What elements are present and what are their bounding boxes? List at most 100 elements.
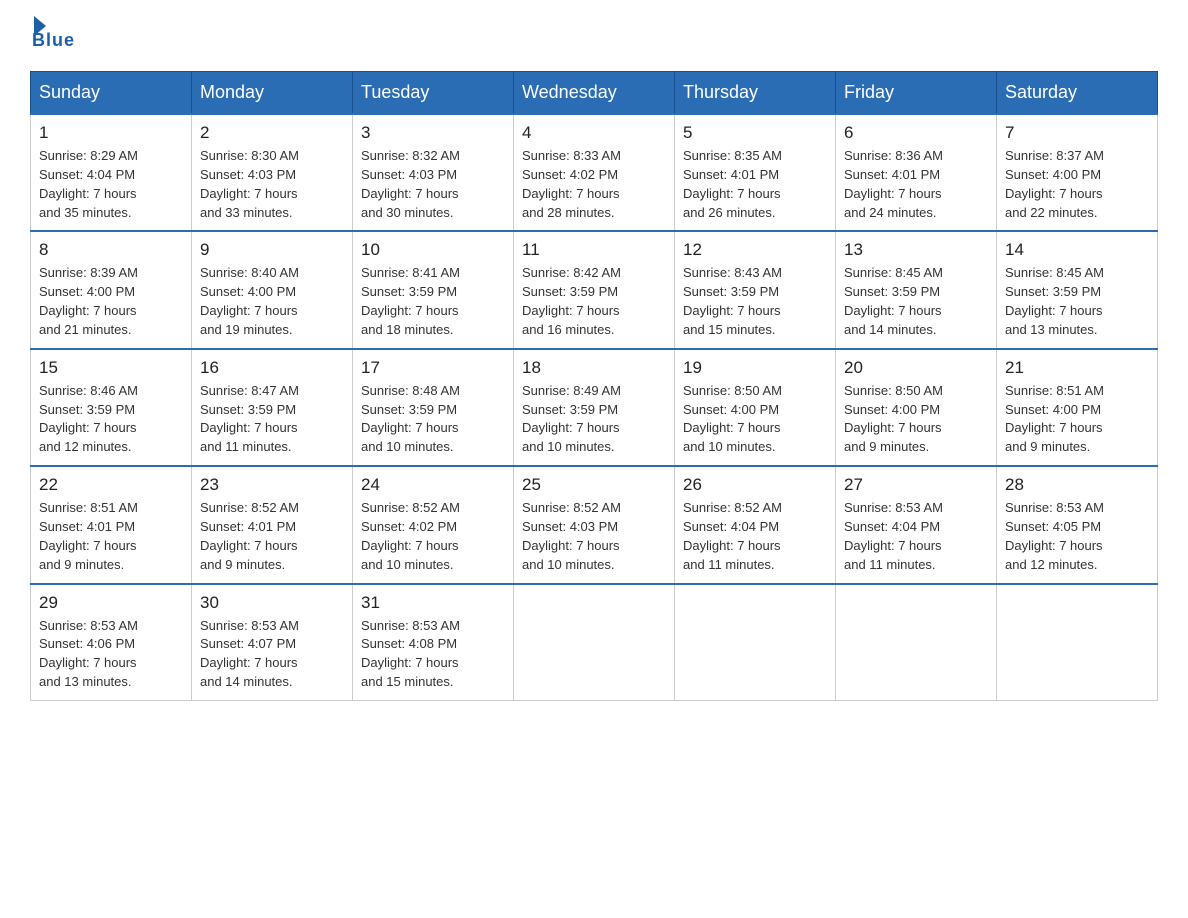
day-20: 20 Sunrise: 8:50 AM Sunset: 4:00 PM Dayli…: [836, 349, 997, 466]
day-number-30: 30: [200, 593, 344, 613]
day-info-29: Sunrise: 8:53 AM Sunset: 4:06 PM Dayligh…: [39, 617, 183, 692]
day-number-4: 4: [522, 123, 666, 143]
day-info-18: Sunrise: 8:49 AM Sunset: 3:59 PM Dayligh…: [522, 382, 666, 457]
day-number-2: 2: [200, 123, 344, 143]
day-number-20: 20: [844, 358, 988, 378]
logo: Blue: [30, 20, 75, 51]
day-info-20: Sunrise: 8:50 AM Sunset: 4:00 PM Dayligh…: [844, 382, 988, 457]
page-header: Blue: [30, 20, 1158, 51]
day-info-10: Sunrise: 8:41 AM Sunset: 3:59 PM Dayligh…: [361, 264, 505, 339]
day-info-7: Sunrise: 8:37 AM Sunset: 4:00 PM Dayligh…: [1005, 147, 1149, 222]
day-13: 13Sunrise: 8:45 AM Sunset: 3:59 PM Dayli…: [836, 231, 997, 348]
day-14: 14 Sunrise: 8:45 AM Sunset: 3:59 PM Dayli…: [997, 231, 1158, 348]
header-row: SundayMondayTuesdayWednesdayThursdayFrid…: [31, 72, 1158, 115]
day-number-26: 26: [683, 475, 827, 495]
day-1: 1 Sunrise: 8:29 AM Sunset: 4:04 PM Daylig…: [31, 114, 192, 231]
day-number-12: 12: [683, 240, 827, 260]
day-19: 19 Sunrise: 8:50 AM Sunset: 4:00 PM Dayli…: [675, 349, 836, 466]
day-6: 6Sunrise: 8:36 AM Sunset: 4:01 PM Daylig…: [836, 114, 997, 231]
header-monday: Monday: [192, 72, 353, 115]
day-29: 29 Sunrise: 8:53 AM Sunset: 4:06 PM Dayli…: [31, 584, 192, 701]
day-number-17: 17: [361, 358, 505, 378]
day-31: 31Sunrise: 8:53 AM Sunset: 4:08 PM Dayli…: [353, 584, 514, 701]
day-info-27: Sunrise: 8:53 AM Sunset: 4:04 PM Dayligh…: [844, 499, 988, 574]
day-info-11: Sunrise: 8:42 AM Sunset: 3:59 PM Dayligh…: [522, 264, 666, 339]
day-number-22: 22: [39, 475, 183, 495]
calendar-table: SundayMondayTuesdayWednesdayThursdayFrid…: [30, 71, 1158, 701]
header-friday: Friday: [836, 72, 997, 115]
header-thursday: Thursday: [675, 72, 836, 115]
day-number-16: 16: [200, 358, 344, 378]
day-8: 8 Sunrise: 8:39 AM Sunset: 4:00 PM Daylig…: [31, 231, 192, 348]
day-2: 2 Sunrise: 8:30 AM Sunset: 4:03 PM Daylig…: [192, 114, 353, 231]
day-number-25: 25: [522, 475, 666, 495]
day-4: 4 Sunrise: 8:33 AM Sunset: 4:02 PM Daylig…: [514, 114, 675, 231]
day-info-17: Sunrise: 8:48 AM Sunset: 3:59 PM Dayligh…: [361, 382, 505, 457]
day-number-7: 7: [1005, 123, 1149, 143]
day-21: 21 Sunrise: 8:51 AM Sunset: 4:00 PM Dayli…: [997, 349, 1158, 466]
day-9: 9 Sunrise: 8:40 AM Sunset: 4:00 PM Daylig…: [192, 231, 353, 348]
day-11: 11 Sunrise: 8:42 AM Sunset: 3:59 PM Dayli…: [514, 231, 675, 348]
header-saturday: Saturday: [997, 72, 1158, 115]
day-18: 18 Sunrise: 8:49 AM Sunset: 3:59 PM Dayli…: [514, 349, 675, 466]
empty-cell: [997, 584, 1158, 701]
day-info-3: Sunrise: 8:32 AM Sunset: 4:03 PM Dayligh…: [361, 147, 505, 222]
day-number-24: 24: [361, 475, 505, 495]
empty-cell: [514, 584, 675, 701]
day-number-8: 8: [39, 240, 183, 260]
empty-cell: [675, 584, 836, 701]
day-number-10: 10: [361, 240, 505, 260]
day-info-23: Sunrise: 8:52 AM Sunset: 4:01 PM Dayligh…: [200, 499, 344, 574]
day-info-1: Sunrise: 8:29 AM Sunset: 4:04 PM Dayligh…: [39, 147, 183, 222]
week-row-1: 1 Sunrise: 8:29 AM Sunset: 4:04 PM Daylig…: [31, 114, 1158, 231]
day-5: 5 Sunrise: 8:35 AM Sunset: 4:01 PM Daylig…: [675, 114, 836, 231]
week-row-5: 29 Sunrise: 8:53 AM Sunset: 4:06 PM Dayli…: [31, 584, 1158, 701]
day-info-15: Sunrise: 8:46 AM Sunset: 3:59 PM Dayligh…: [39, 382, 183, 457]
day-info-26: Sunrise: 8:52 AM Sunset: 4:04 PM Dayligh…: [683, 499, 827, 574]
day-info-22: Sunrise: 8:51 AM Sunset: 4:01 PM Dayligh…: [39, 499, 183, 574]
day-number-11: 11: [522, 240, 666, 260]
day-number-18: 18: [522, 358, 666, 378]
day-number-27: 27: [844, 475, 988, 495]
day-number-29: 29: [39, 593, 183, 613]
week-row-4: 22 Sunrise: 8:51 AM Sunset: 4:01 PM Dayli…: [31, 466, 1158, 583]
day-info-16: Sunrise: 8:47 AM Sunset: 3:59 PM Dayligh…: [200, 382, 344, 457]
day-number-15: 15: [39, 358, 183, 378]
day-number-23: 23: [200, 475, 344, 495]
day-number-3: 3: [361, 123, 505, 143]
day-number-1: 1: [39, 123, 183, 143]
day-number-9: 9: [200, 240, 344, 260]
header-wednesday: Wednesday: [514, 72, 675, 115]
header-sunday: Sunday: [31, 72, 192, 115]
day-info-30: Sunrise: 8:53 AM Sunset: 4:07 PM Dayligh…: [200, 617, 344, 692]
day-info-28: Sunrise: 8:53 AM Sunset: 4:05 PM Dayligh…: [1005, 499, 1149, 574]
week-row-2: 8 Sunrise: 8:39 AM Sunset: 4:00 PM Daylig…: [31, 231, 1158, 348]
day-info-5: Sunrise: 8:35 AM Sunset: 4:01 PM Dayligh…: [683, 147, 827, 222]
day-info-9: Sunrise: 8:40 AM Sunset: 4:00 PM Dayligh…: [200, 264, 344, 339]
week-row-3: 15 Sunrise: 8:46 AM Sunset: 3:59 PM Dayli…: [31, 349, 1158, 466]
day-number-13: 13: [844, 240, 988, 260]
day-17: 17 Sunrise: 8:48 AM Sunset: 3:59 PM Dayli…: [353, 349, 514, 466]
day-22: 22 Sunrise: 8:51 AM Sunset: 4:01 PM Dayli…: [31, 466, 192, 583]
day-26: 26 Sunrise: 8:52 AM Sunset: 4:04 PM Dayli…: [675, 466, 836, 583]
logo-underline: Blue: [32, 30, 75, 51]
day-info-6: Sunrise: 8:36 AM Sunset: 4:01 PM Dayligh…: [844, 147, 988, 222]
day-info-24: Sunrise: 8:52 AM Sunset: 4:02 PM Dayligh…: [361, 499, 505, 574]
day-info-21: Sunrise: 8:51 AM Sunset: 4:00 PM Dayligh…: [1005, 382, 1149, 457]
day-info-2: Sunrise: 8:30 AM Sunset: 4:03 PM Dayligh…: [200, 147, 344, 222]
day-number-31: 31: [361, 593, 505, 613]
day-28: 28Sunrise: 8:53 AM Sunset: 4:05 PM Dayli…: [997, 466, 1158, 583]
day-info-8: Sunrise: 8:39 AM Sunset: 4:00 PM Dayligh…: [39, 264, 183, 339]
day-number-14: 14: [1005, 240, 1149, 260]
empty-cell: [836, 584, 997, 701]
day-number-21: 21: [1005, 358, 1149, 378]
day-7: 7 Sunrise: 8:37 AM Sunset: 4:00 PM Daylig…: [997, 114, 1158, 231]
day-number-5: 5: [683, 123, 827, 143]
day-12: 12Sunrise: 8:43 AM Sunset: 3:59 PM Dayli…: [675, 231, 836, 348]
day-25: 25Sunrise: 8:52 AM Sunset: 4:03 PM Dayli…: [514, 466, 675, 583]
day-24: 24 Sunrise: 8:52 AM Sunset: 4:02 PM Dayli…: [353, 466, 514, 583]
day-number-19: 19: [683, 358, 827, 378]
day-info-14: Sunrise: 8:45 AM Sunset: 3:59 PM Dayligh…: [1005, 264, 1149, 339]
day-info-4: Sunrise: 8:33 AM Sunset: 4:02 PM Dayligh…: [522, 147, 666, 222]
day-info-19: Sunrise: 8:50 AM Sunset: 4:00 PM Dayligh…: [683, 382, 827, 457]
